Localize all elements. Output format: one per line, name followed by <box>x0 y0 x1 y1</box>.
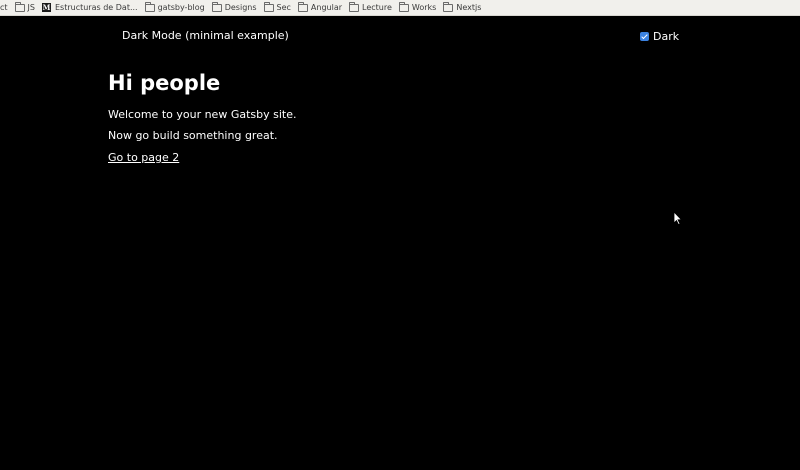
bookmark-item[interactable]: M Estructuras de Dat... <box>41 0 138 15</box>
folder-icon <box>349 1 360 12</box>
page-2-link[interactable]: Go to page 2 <box>108 151 179 164</box>
bookmark-label: Nextjs <box>456 3 482 12</box>
folder-icon <box>211 1 222 12</box>
bookmark-item[interactable]: JS <box>14 0 35 15</box>
bookmark-label: Sec <box>276 3 291 12</box>
bookmark-label: Lecture <box>362 3 392 12</box>
bookmark-label: gatsby-blog <box>157 3 205 12</box>
page: Dark Mode (minimal example) Dark Hi peop… <box>0 16 800 470</box>
bookmark-item[interactable]: Designs <box>211 0 257 15</box>
bookmark-item[interactable]: Lecture <box>349 0 392 15</box>
folder-icon <box>263 1 274 12</box>
bookmark-label: Designs <box>224 3 257 12</box>
folder-icon <box>297 1 308 12</box>
medium-logo-icon: M <box>41 3 51 12</box>
folder-icon <box>144 1 155 12</box>
folder-icon <box>14 1 25 12</box>
folder-icon <box>443 1 454 12</box>
bookmarks-bar: ct JS M Estructuras de Dat... gatsby-blo… <box>0 0 800 16</box>
bookmark-item[interactable]: ct <box>0 0 8 15</box>
folder-icon <box>398 1 409 12</box>
dark-mode-toggle[interactable]: Dark <box>640 30 679 43</box>
dark-mode-checkbox[interactable] <box>640 32 649 41</box>
bookmark-item[interactable]: Nextjs <box>443 0 481 15</box>
bookmark-label: JS <box>27 3 35 12</box>
main-content: Hi people Welcome to your new Gatsby sit… <box>108 70 296 164</box>
bookmark-label: Estructuras de Dat... <box>54 3 138 12</box>
dark-mode-label: Dark <box>653 30 680 43</box>
welcome-text: Welcome to your new Gatsby site. <box>108 108 297 121</box>
bookmark-item[interactable]: Angular <box>297 0 343 15</box>
build-text: Now go build something great. <box>108 129 278 142</box>
bookmark-item[interactable]: Sec <box>263 0 291 15</box>
site-header: Dark Mode (minimal example) Dark <box>0 16 800 56</box>
bookmark-item[interactable]: gatsby-blog <box>144 0 205 15</box>
page-heading: Hi people <box>108 71 221 95</box>
bookmark-label: ct <box>0 3 8 12</box>
bookmark-item[interactable]: Works <box>398 0 437 15</box>
bookmark-label: Works <box>411 3 437 12</box>
site-title[interactable]: Dark Mode (minimal example) <box>122 29 289 42</box>
bookmark-label: Angular <box>310 3 343 12</box>
mouse-cursor-icon <box>673 211 683 225</box>
